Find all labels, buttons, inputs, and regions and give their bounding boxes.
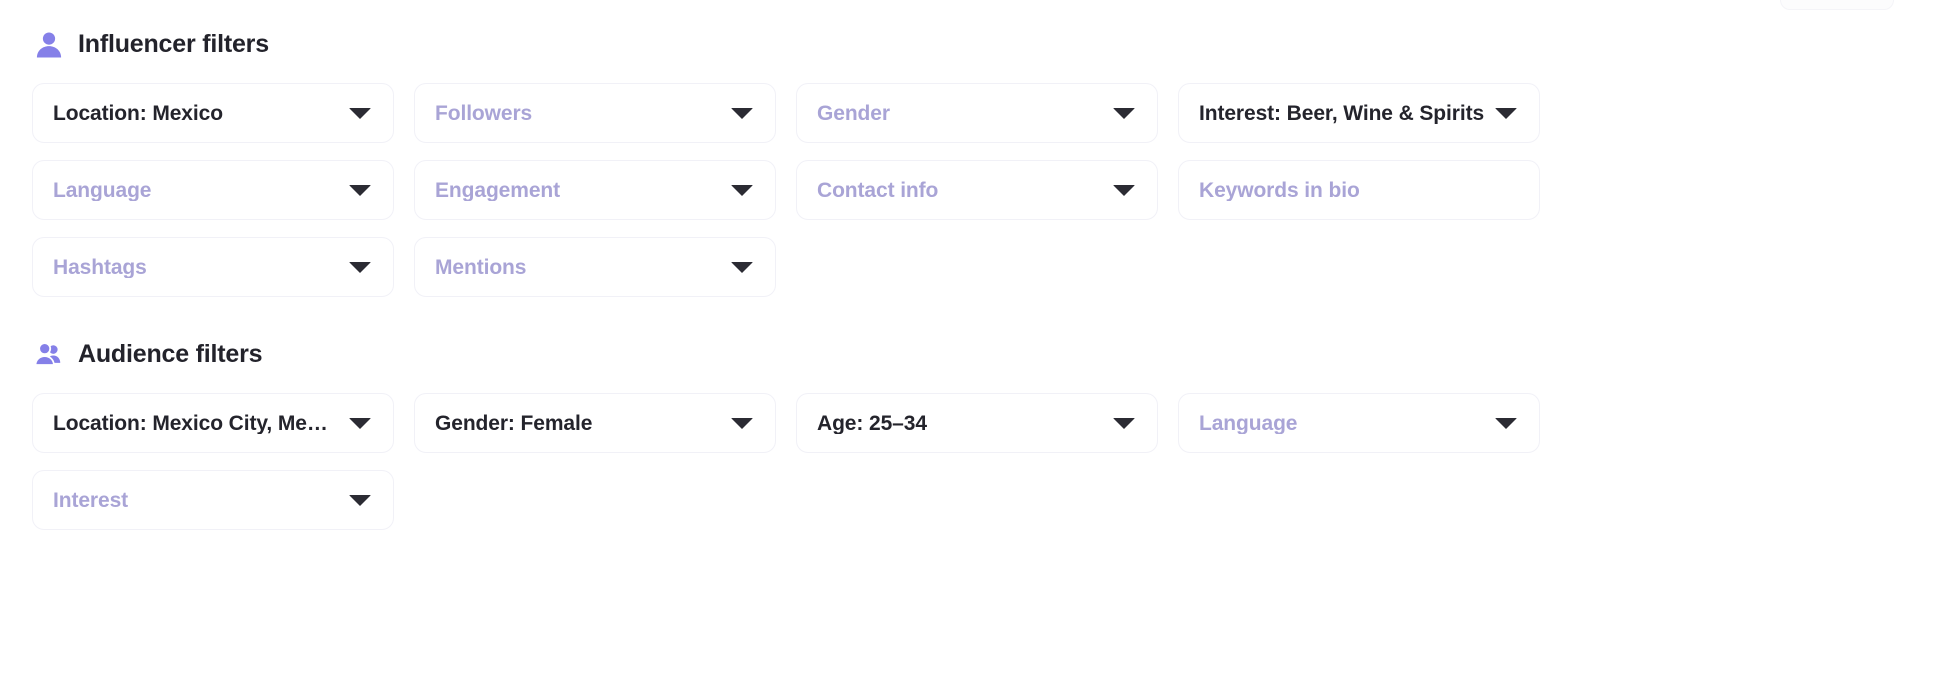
influencer-filter-spacer-1 — [796, 237, 1158, 297]
filters-panel: Influencer filters Location: Mexico Follo… — [0, 0, 1950, 700]
influencer-filter-keywords-in-bio-label: Keywords in bio — [1199, 179, 1360, 201]
person-icon — [34, 29, 64, 59]
chevron-down-icon[interactable] — [349, 417, 371, 429]
audience-filter-language-label: Language — [1199, 412, 1298, 434]
top-cutoff-element — [1780, 0, 1894, 10]
audience-filter-interest[interactable]: Interest — [32, 470, 394, 530]
audience-filter-spacer-2 — [796, 470, 1158, 530]
influencer-filter-hashtags[interactable]: Hashtags — [32, 237, 394, 297]
chevron-down-icon[interactable] — [349, 261, 371, 273]
influencer-filter-language[interactable]: Language — [32, 160, 394, 220]
influencer-filter-followers[interactable]: Followers — [414, 83, 776, 143]
influencer-filter-interest[interactable]: Interest: Beer, Wine & Spirits — [1178, 83, 1540, 143]
audience-filter-location-label: Location: Mexico City, Mexico — [53, 412, 349, 434]
audience-filter-location[interactable]: Location: Mexico City, Mexico — [32, 393, 394, 453]
influencer-filter-hashtags-label: Hashtags — [53, 256, 147, 278]
audience-filters-header: Audience filters — [0, 334, 1950, 374]
audience-filter-spacer-3 — [1178, 470, 1540, 530]
chevron-down-icon[interactable] — [1113, 107, 1135, 119]
chevron-down-icon[interactable] — [1495, 107, 1517, 119]
audience-filter-spacer-1 — [414, 470, 776, 530]
audience-filters-section: Audience filters Location: Mexico City, … — [0, 334, 1950, 530]
influencer-filter-gender[interactable]: Gender — [796, 83, 1158, 143]
audience-filters-title: Audience filters — [78, 339, 263, 368]
influencer-filter-language-label: Language — [53, 179, 152, 201]
influencer-filter-interest-label: Interest: Beer, Wine & Spirits — [1199, 102, 1485, 124]
influencer-filter-followers-label: Followers — [435, 102, 533, 124]
influencer-filter-keywords-in-bio[interactable]: Keywords in bio — [1178, 160, 1540, 220]
chevron-down-icon[interactable] — [349, 107, 371, 119]
influencer-filter-contact-info-label: Contact info — [817, 179, 939, 201]
chevron-down-icon[interactable] — [1113, 417, 1135, 429]
audience-filter-age-label: Age: 25–34 — [817, 412, 927, 434]
audience-filter-gender-label: Gender: Female — [435, 412, 593, 434]
chevron-down-icon[interactable] — [1495, 417, 1517, 429]
influencer-filter-engagement-label: Engagement — [435, 179, 561, 201]
influencer-filter-mentions[interactable]: Mentions — [414, 237, 776, 297]
influencer-filters-title: Influencer filters — [78, 29, 269, 58]
influencer-filter-contact-info[interactable]: Contact info — [796, 160, 1158, 220]
influencer-filters-grid: Location: Mexico Followers Gender Interest:… — [0, 83, 1950, 297]
chevron-down-icon[interactable] — [1113, 184, 1135, 196]
chevron-down-icon[interactable] — [731, 261, 753, 273]
audience-filter-interest-label: Interest — [53, 489, 129, 511]
audience-filter-age[interactable]: Age: 25–34 — [796, 393, 1158, 453]
chevron-down-icon[interactable] — [349, 184, 371, 196]
influencer-filters-header: Influencer filters — [0, 24, 1950, 64]
audience-filters-grid: Location: Mexico City, Mexico Gender: Fem… — [0, 393, 1950, 530]
chevron-down-icon[interactable] — [731, 417, 753, 429]
chevron-down-icon[interactable] — [731, 107, 753, 119]
chevron-down-icon[interactable] — [349, 494, 371, 506]
influencer-filter-mentions-label: Mentions — [435, 256, 527, 278]
influencer-filter-spacer-2 — [1178, 237, 1540, 297]
people-icon — [34, 339, 64, 369]
influencer-filter-gender-label: Gender — [817, 102, 890, 124]
influencer-filter-location-label: Location: Mexico — [53, 102, 223, 124]
chevron-down-icon[interactable] — [731, 184, 753, 196]
influencer-filter-location[interactable]: Location: Mexico — [32, 83, 394, 143]
audience-filter-language[interactable]: Language — [1178, 393, 1540, 453]
influencer-filters-section: Influencer filters Location: Mexico Follo… — [0, 24, 1950, 297]
audience-filter-gender[interactable]: Gender: Female — [414, 393, 776, 453]
influencer-filter-engagement[interactable]: Engagement — [414, 160, 776, 220]
